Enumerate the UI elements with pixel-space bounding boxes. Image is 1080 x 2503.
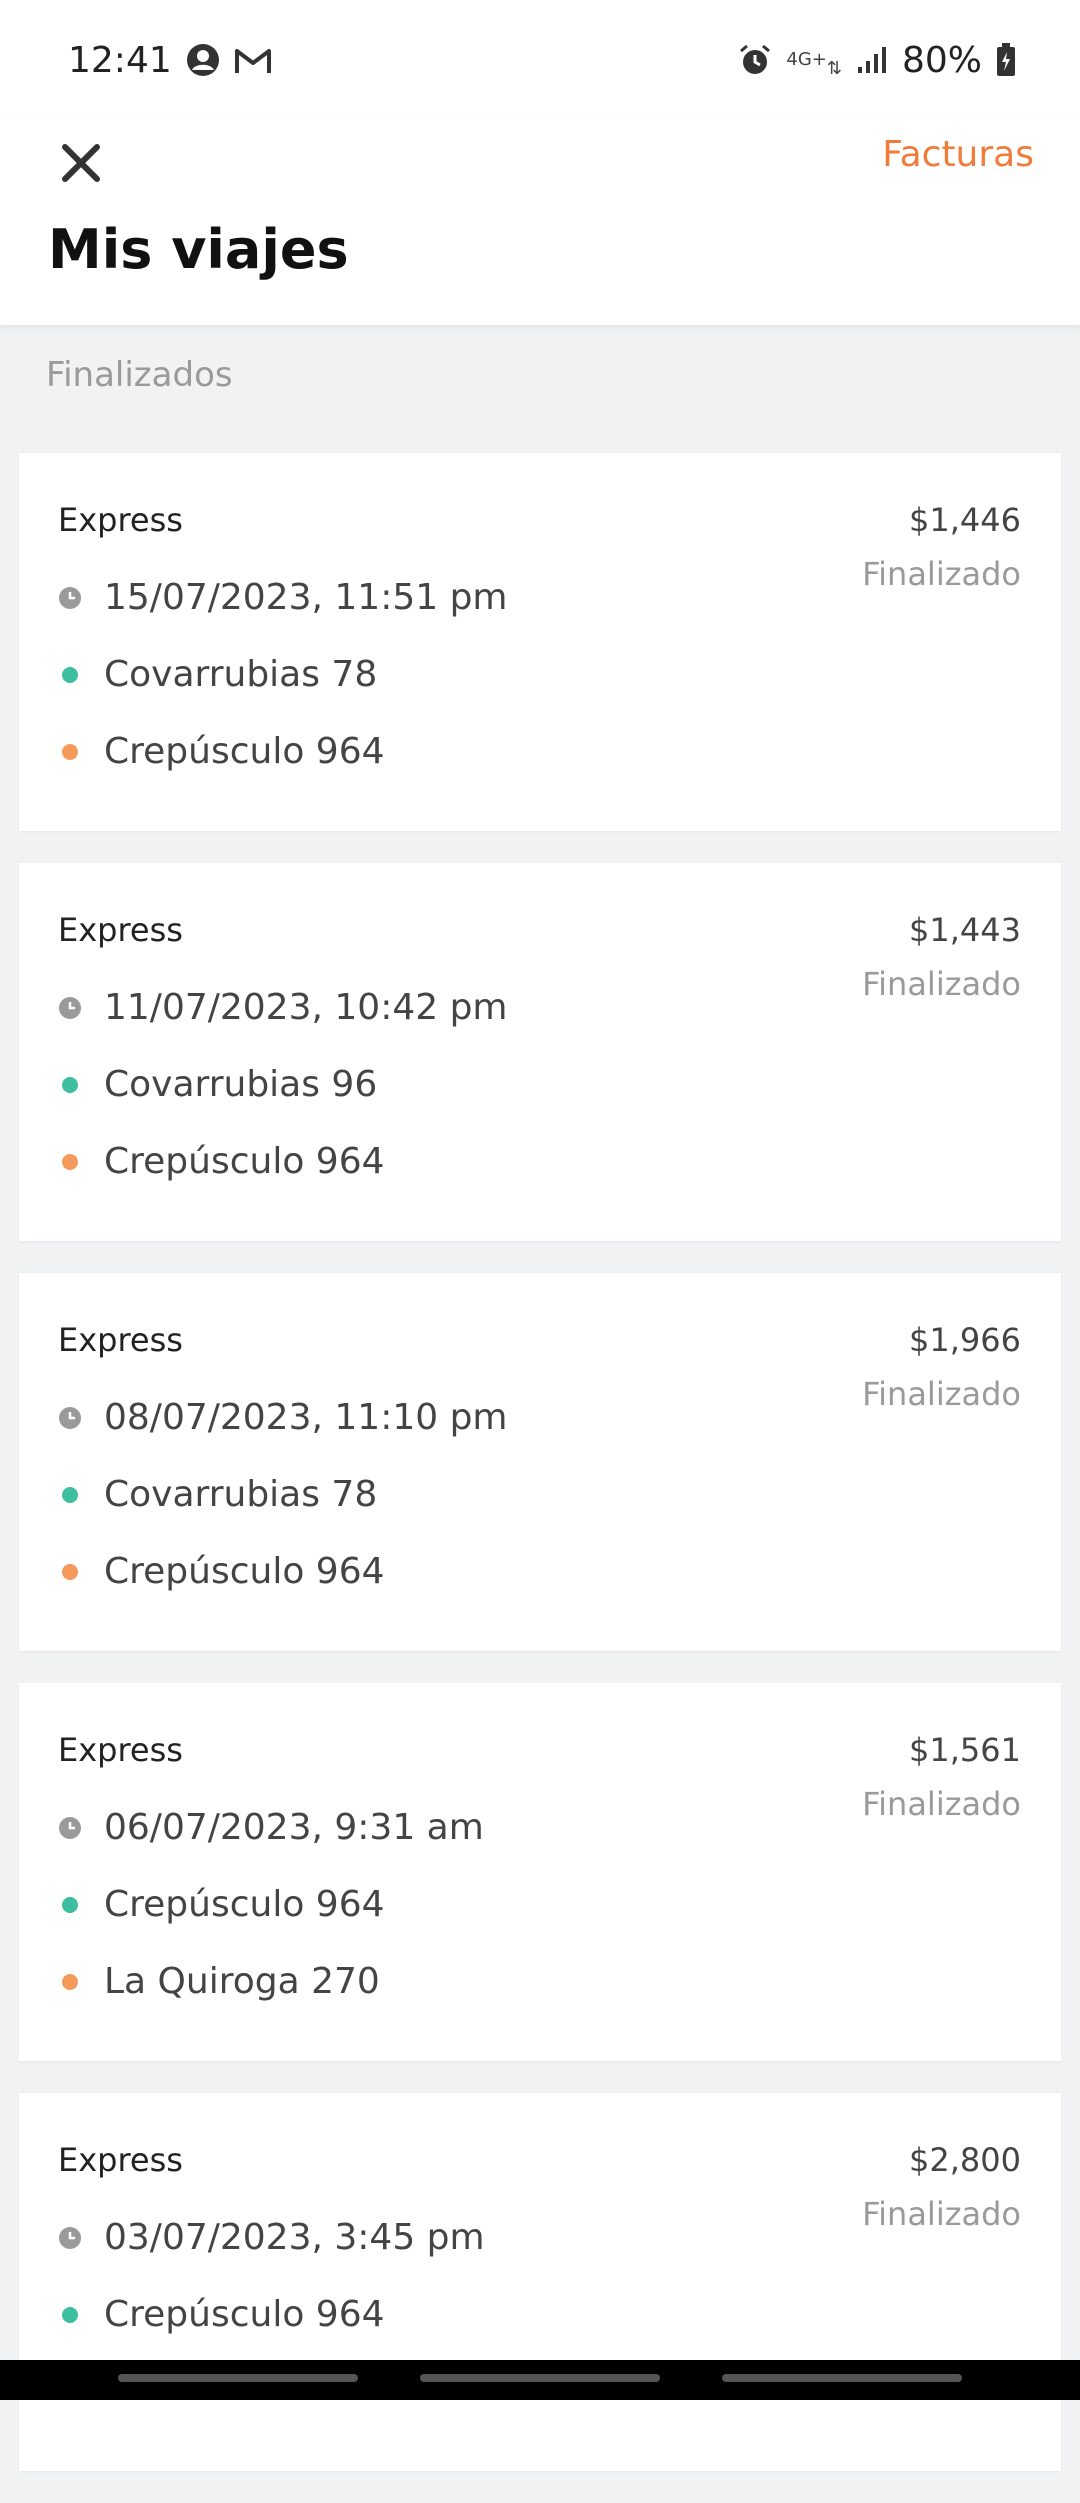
trip-origin-row: Crepúsculo 964	[58, 2294, 385, 2335]
trip-datetime: 15/07/2023, 11:51 pm	[104, 577, 508, 618]
trip-datetime: 06/07/2023, 9:31 am	[104, 1807, 484, 1848]
app-header: Facturas Mis viajes	[0, 120, 1080, 325]
signal-icon	[856, 45, 888, 75]
trip-list: Express $1,446 Finalizado 15/07/2023, 11…	[19, 453, 1061, 2503]
status-bar-left: 12:41	[68, 40, 272, 81]
system-navigation-bar	[0, 2360, 1080, 2400]
trip-origin-row: Crepúsculo 964	[58, 1884, 385, 1925]
nav-back-button[interactable]	[722, 2374, 962, 2382]
destination-dot-icon	[58, 1973, 82, 1990]
trip-datetime: 03/07/2023, 3:45 pm	[104, 2217, 485, 2258]
origin-dot-icon	[58, 666, 82, 683]
origin-dot-icon	[58, 2306, 82, 2323]
page-title: Mis viajes	[48, 218, 349, 281]
trip-card[interactable]: Express $1,443 Finalizado 11/07/2023, 10…	[19, 863, 1061, 1241]
trip-price: $1,443	[909, 911, 1021, 949]
status-bar: 12:41 4G+ ⇅ 80%	[0, 0, 1080, 120]
clock-icon	[58, 2226, 82, 2250]
trip-datetime-row: 15/07/2023, 11:51 pm	[58, 577, 508, 618]
trip-datetime: 08/07/2023, 11:10 pm	[104, 1397, 508, 1438]
trip-datetime-row: 08/07/2023, 11:10 pm	[58, 1397, 508, 1438]
trip-status: Finalizado	[862, 1375, 1021, 1413]
alarm-icon	[738, 43, 772, 77]
clock-icon	[58, 996, 82, 1020]
battery-charging-icon	[996, 43, 1016, 77]
trip-origin-row: Covarrubias 96	[58, 1064, 377, 1105]
trip-status: Finalizado	[862, 555, 1021, 593]
status-bar-right: 4G+ ⇅ 80%	[738, 40, 1016, 81]
trip-destination-row: Crepúsculo 964	[58, 731, 385, 772]
trip-origin: Covarrubias 96	[104, 1064, 378, 1105]
origin-dot-icon	[58, 1486, 82, 1503]
trip-status: Finalizado	[862, 1785, 1021, 1823]
trip-destination: Crepúsculo 964	[104, 1551, 385, 1592]
trip-service: Express	[58, 1731, 183, 1769]
trip-datetime-row: 11/07/2023, 10:42 pm	[58, 987, 508, 1028]
trip-card[interactable]: Express $1,966 Finalizado 08/07/2023, 11…	[19, 1273, 1061, 1651]
trip-origin: Crepúsculo 964	[104, 1884, 385, 1925]
close-button[interactable]	[46, 130, 116, 200]
trip-destination-row: La Quiroga 270	[58, 1961, 380, 2002]
trip-status: Finalizado	[862, 965, 1021, 1003]
section-label-finished: Finalizados	[46, 355, 233, 395]
trip-service: Express	[58, 1321, 183, 1359]
origin-dot-icon	[58, 1896, 82, 1913]
network-type: 4G+	[786, 49, 827, 70]
gmail-icon	[234, 45, 272, 75]
trip-card[interactable]: Express $1,446 Finalizado 15/07/2023, 11…	[19, 453, 1061, 831]
trip-card[interactable]: Express $2,800 Finalizado 03/07/2023, 3:…	[19, 2093, 1061, 2471]
trip-destination-row: Crepúsculo 964	[58, 1551, 385, 1592]
clock-icon	[58, 586, 82, 610]
close-icon	[59, 141, 103, 189]
trip-price: $1,966	[909, 1321, 1021, 1359]
trip-destination: Crepúsculo 964	[104, 1141, 385, 1182]
trip-price: $1,561	[909, 1731, 1021, 1769]
status-time: 12:41	[68, 39, 172, 81]
invoices-link[interactable]: Facturas	[882, 134, 1034, 175]
trip-card[interactable]: Express $1,561 Finalizado 06/07/2023, 9:…	[19, 1683, 1061, 2061]
trip-price: $2,800	[909, 2141, 1021, 2179]
trip-origin: Covarrubias 78	[104, 654, 378, 695]
trip-destination: La Quiroga 270	[104, 1961, 380, 2002]
trip-datetime-row: 06/07/2023, 9:31 am	[58, 1807, 484, 1848]
destination-dot-icon	[58, 1153, 82, 1170]
account-circle-icon	[186, 43, 220, 77]
battery-level: 80%	[901, 39, 982, 81]
trip-origin: Crepúsculo 964	[104, 2294, 385, 2335]
nav-home-button[interactable]	[420, 2374, 660, 2382]
trip-origin: Covarrubias 78	[104, 1474, 378, 1515]
trip-service: Express	[58, 911, 183, 949]
clock-icon	[58, 1816, 82, 1840]
network-arrows-icon: 4G+ ⇅	[786, 49, 842, 79]
clock-icon	[58, 1406, 82, 1430]
trip-origin-row: Covarrubias 78	[58, 1474, 377, 1515]
trip-price: $1,446	[909, 501, 1021, 539]
trip-destination: Crepúsculo 964	[104, 731, 385, 772]
destination-dot-icon	[58, 743, 82, 760]
origin-dot-icon	[58, 1076, 82, 1093]
nav-recents-button[interactable]	[118, 2374, 358, 2382]
trip-origin-row: Covarrubias 78	[58, 654, 377, 695]
trip-datetime: 11/07/2023, 10:42 pm	[104, 987, 508, 1028]
trip-datetime-row: 03/07/2023, 3:45 pm	[58, 2217, 485, 2258]
trip-service: Express	[58, 2141, 183, 2179]
trip-service: Express	[58, 501, 183, 539]
trip-destination-row: Crepúsculo 964	[58, 1141, 385, 1182]
trip-status: Finalizado	[862, 2195, 1021, 2233]
destination-dot-icon	[58, 1563, 82, 1580]
